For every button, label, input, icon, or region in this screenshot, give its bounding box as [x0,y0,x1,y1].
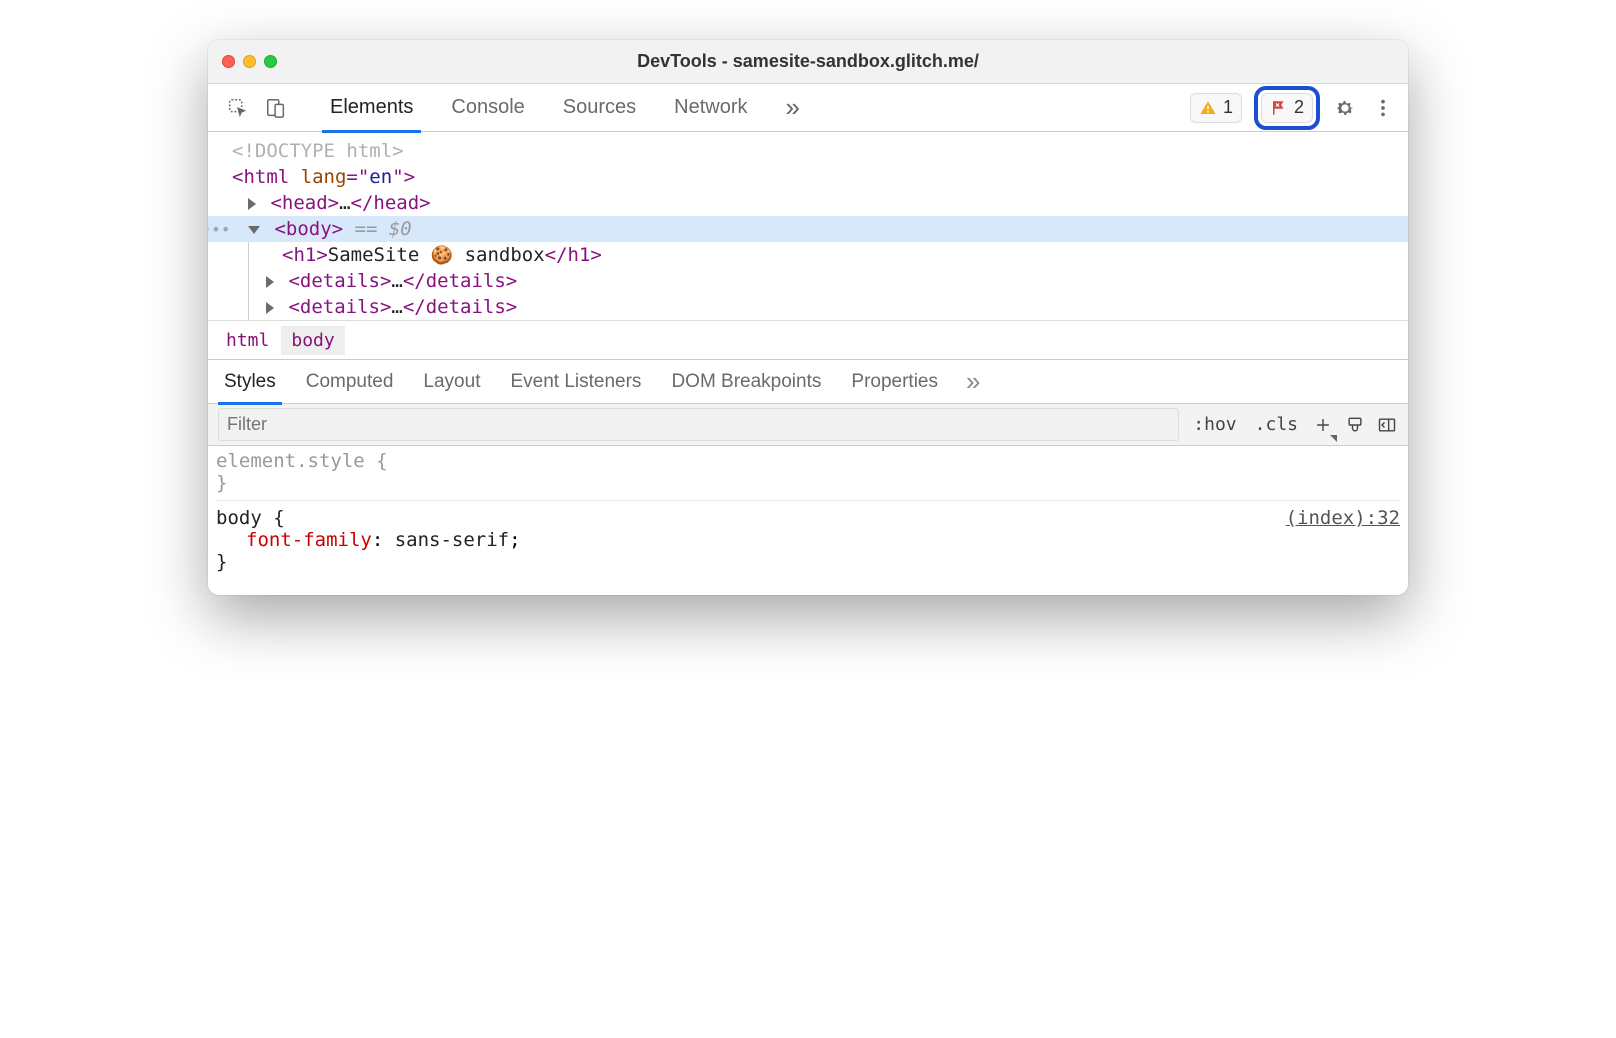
expand-arrow-icon[interactable] [266,302,274,314]
styles-pane: element.style { } body { (index):32 font… [208,446,1408,595]
rule-close: } [216,551,1400,573]
warnings-count: 1 [1223,97,1233,118]
toolbar-right: 1 2 [1190,86,1396,130]
close-window-button[interactable] [222,55,235,68]
dom-node-body-selected[interactable]: ••• <body> == $0 [208,216,1408,242]
elements-tree[interactable]: <!DOCTYPE html> <html lang="en"> <head>…… [208,132,1408,320]
rule-body[interactable]: body { (index):32 font-family: sans-seri… [216,507,1400,579]
tab-console[interactable]: Console [445,84,530,132]
tab-elements[interactable]: Elements [324,84,419,132]
tree-guide-line [248,268,249,294]
settings-icon[interactable] [1332,95,1358,121]
warning-icon [1199,99,1217,117]
minimize-window-button[interactable] [243,55,256,68]
expand-arrow-icon[interactable] [266,276,274,288]
paint-brush-icon[interactable] [1344,414,1366,436]
selection-dots-icon: ••• [208,216,224,242]
title-bar: DevTools - samesite-sandbox.glitch.me/ [208,40,1408,84]
tree-guide-line [248,294,249,320]
devtools-window: DevTools - samesite-sandbox.glitch.me/ E… [208,40,1408,595]
rule-close: } [216,472,1400,494]
rule-selector: element.style { [216,450,1400,472]
rule-element-style[interactable]: element.style { } [216,450,1400,501]
tab-layout[interactable]: Layout [421,360,482,404]
tab-dom-breakpoints[interactable]: DOM Breakpoints [669,360,823,404]
issues-counter[interactable]: 2 [1261,93,1313,123]
tab-styles[interactable]: Styles [222,360,278,404]
kebab-menu-icon[interactable] [1370,95,1396,121]
main-toolbar: Elements Console Sources Network » 1 2 [208,84,1408,132]
dom-node-html[interactable]: <html lang="en"> [208,164,1408,190]
traffic-lights [222,55,277,68]
collapse-arrow-icon[interactable] [248,226,260,234]
new-style-rule-icon[interactable] [1312,414,1334,436]
filter-input[interactable] [218,408,1179,441]
crumb-body[interactable]: body [281,326,344,355]
dom-node-details-2[interactable]: <details>…</details> [208,294,1408,320]
window-title: DevTools - samesite-sandbox.glitch.me/ [208,51,1408,72]
tab-network[interactable]: Network [668,84,753,132]
zoom-window-button[interactable] [264,55,277,68]
rule-selector: body { [216,507,285,529]
dom-node-head[interactable]: <head>…</head> [208,190,1408,216]
styles-filter-bar: :hov .cls [208,404,1408,446]
source-link[interactable]: (index):32 [1286,507,1400,529]
tab-event-listeners[interactable]: Event Listeners [508,360,643,404]
main-tabs: Elements Console Sources Network » [324,84,1184,132]
dom-node-details-1[interactable]: <details>…</details> [208,268,1408,294]
warnings-counter[interactable]: 1 [1190,93,1242,123]
tree-guide-line [248,242,249,268]
sidebar-tabs: Styles Computed Layout Event Listeners D… [208,360,1408,404]
issues-count: 2 [1294,97,1304,118]
tab-properties[interactable]: Properties [849,360,940,404]
tab-sources[interactable]: Sources [557,84,642,132]
issue-flag-icon [1270,99,1288,117]
tab-computed[interactable]: Computed [304,360,396,404]
cookie-emoji-icon: 🍪 [431,245,453,266]
css-declaration[interactable]: font-family: sans-serif; [216,529,1400,551]
expand-arrow-icon[interactable] [248,198,256,210]
more-sidebar-tabs[interactable]: » [966,366,980,397]
hov-toggle[interactable]: :hov [1189,412,1240,437]
property-name: font-family [246,529,372,551]
property-value: sans-serif [395,529,509,551]
inspect-element-icon[interactable] [226,96,250,120]
issues-highlight-ring: 2 [1254,86,1320,130]
dom-node-doctype[interactable]: <!DOCTYPE html> [208,138,1408,164]
toggle-sidebar-icon[interactable] [1376,414,1398,436]
dom-node-h1[interactable]: <h1>SameSite 🍪 sandbox</h1> [208,242,1408,268]
toggle-device-icon[interactable] [264,96,288,120]
breadcrumb: html body [208,320,1408,360]
crumb-html[interactable]: html [216,326,279,355]
more-tabs-button[interactable]: » [780,92,806,123]
cls-toggle[interactable]: .cls [1251,412,1302,437]
